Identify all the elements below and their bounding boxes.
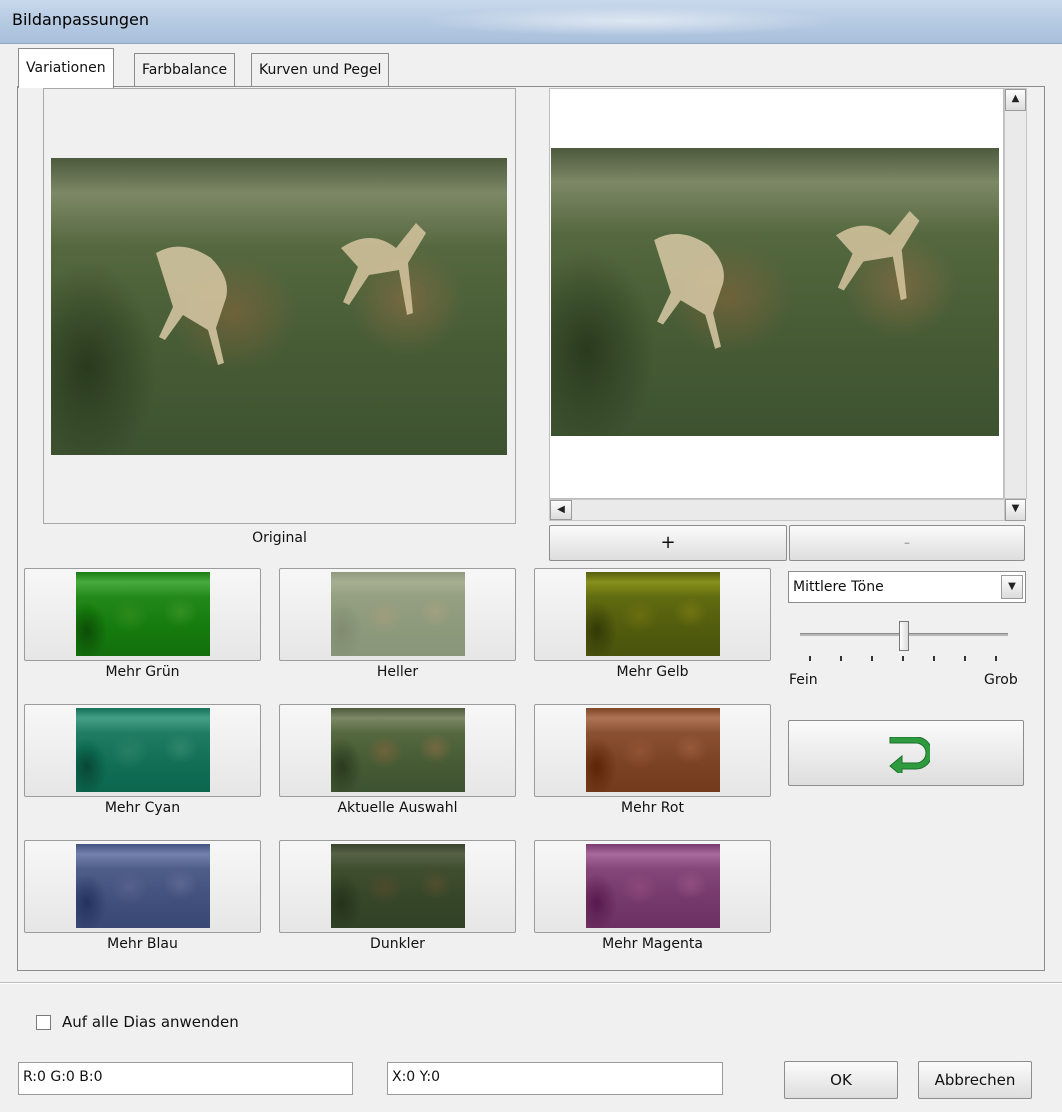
- variation-thumbnail: [75, 708, 210, 792]
- scroll-down-button[interactable]: ▼: [1005, 499, 1026, 521]
- variation-button-dunkler[interactable]: [279, 840, 516, 933]
- variation-label: Mehr Rot: [621, 800, 684, 816]
- tone-range-value: Mittlere Töne: [793, 579, 884, 595]
- slider-min-label: Fein: [789, 672, 818, 688]
- variation-thumbnail: [585, 844, 720, 928]
- variation-thumbnail: [330, 708, 465, 792]
- step-slider-ticks: [809, 656, 997, 661]
- variation-label: Mehr Cyan: [104, 800, 181, 816]
- slider-max-label: Grob: [984, 672, 1018, 688]
- variation-thumbnail: [585, 708, 720, 792]
- preview-horizontal-scrollbar[interactable]: [549, 499, 1005, 521]
- scroll-left-button[interactable]: ◀: [550, 500, 572, 520]
- tone-range-select[interactable]: Mittlere Töne ▼: [788, 571, 1026, 603]
- variation-button-heller[interactable]: [279, 568, 516, 661]
- variation-button-mehr-magenta[interactable]: [534, 840, 771, 933]
- original-image: [51, 158, 507, 455]
- cancel-button[interactable]: Abbrechen: [918, 1061, 1032, 1099]
- original-label: Original: [252, 530, 307, 546]
- window-title: Bildanpassungen: [12, 10, 150, 29]
- variation-label: Heller: [376, 664, 419, 680]
- variation-button-mehr-gelb[interactable]: [534, 568, 771, 661]
- preview-vertical-scrollbar[interactable]: [1004, 88, 1027, 499]
- variation-label: Dunkler: [370, 936, 425, 952]
- title-bar: [0, 0, 1062, 44]
- variation-button-aktuelle-auswahl[interactable]: [279, 704, 516, 797]
- scroll-up-button[interactable]: ▲: [1005, 89, 1026, 111]
- variation-label: Mehr Magenta: [602, 936, 703, 952]
- variation-label: Aktuelle Auswahl: [337, 800, 458, 816]
- apply-all-checkbox[interactable]: [36, 1015, 51, 1030]
- step-slider-thumb[interactable]: [899, 621, 909, 651]
- variation-button-mehr-blau[interactable]: [24, 840, 261, 933]
- variation-thumbnail: [75, 572, 210, 656]
- tab-farbbalance[interactable]: Farbbalance: [134, 53, 236, 86]
- tab-variationen[interactable]: Variationen: [18, 48, 114, 88]
- chevron-down-icon[interactable]: ▼: [1001, 575, 1023, 599]
- separator: [0, 982, 1062, 984]
- tab-kurven-und-pegel[interactable]: Kurven und Pegel: [251, 53, 390, 86]
- ok-button[interactable]: OK: [784, 1061, 898, 1099]
- preview-image: [551, 148, 999, 436]
- variation-thumbnail: [330, 572, 465, 656]
- variation-thumbnail: [75, 844, 210, 928]
- reset-button[interactable]: [788, 720, 1024, 786]
- variation-button-mehr-cyan[interactable]: [24, 704, 261, 797]
- apply-all-label: Auf alle Dias anwenden: [62, 1013, 239, 1031]
- variation-button-mehr-rot[interactable]: [534, 704, 771, 797]
- zoom-in-button[interactable]: +: [549, 525, 787, 561]
- variation-thumbnail: [330, 844, 465, 928]
- variation-label: Mehr Grün: [105, 664, 180, 680]
- undo-arrow-icon: [889, 737, 930, 773]
- variation-button-mehr-gruen[interactable]: [24, 568, 261, 661]
- variation-label: Mehr Blau: [107, 936, 178, 952]
- variation-label: Mehr Gelb: [616, 664, 689, 680]
- coordinate-readout: X:0 Y:0: [387, 1062, 723, 1095]
- rgb-readout: R:0 G:0 B:0: [18, 1062, 353, 1095]
- zoom-out-button[interactable]: -: [789, 525, 1025, 561]
- variation-thumbnail: [585, 572, 720, 656]
